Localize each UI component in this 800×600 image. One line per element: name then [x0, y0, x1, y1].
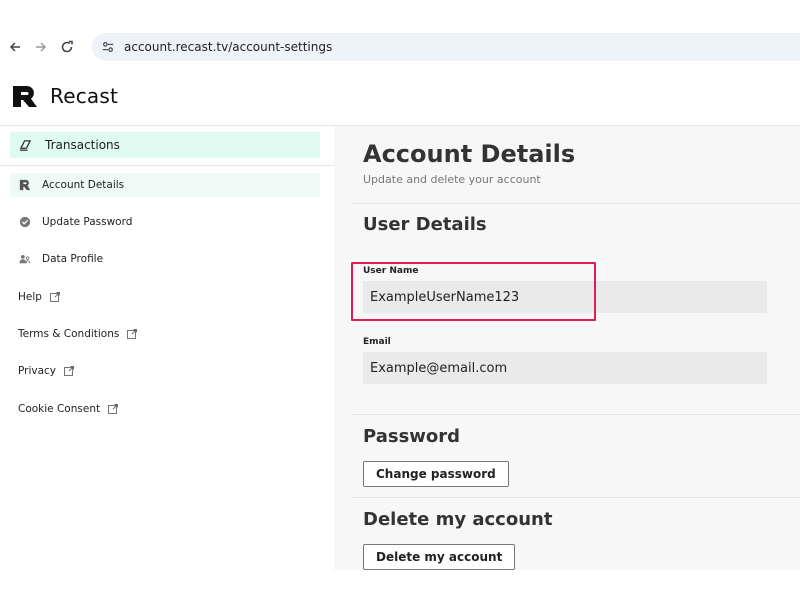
sidebar-item-label: Data Profile — [42, 253, 104, 265]
password-title: Password — [363, 426, 461, 447]
sidebar-link-label[interactable]: Help — [18, 291, 42, 303]
page-bottom — [0, 570, 800, 600]
sidebar-link-label[interactable]: Privacy — [18, 365, 56, 377]
sidebar-item-label: Account Details — [42, 179, 125, 191]
recast-r-icon — [18, 179, 31, 192]
delete-account-button[interactable]: Delete my account — [363, 544, 516, 570]
sidebar: Transactions Account Details Update Pass… — [0, 126, 334, 600]
external-link-icon — [64, 366, 74, 376]
transactions-icon — [18, 138, 32, 152]
sidebar-item-data-profile[interactable]: Data Profile — [10, 247, 320, 271]
reload-icon[interactable] — [56, 36, 78, 58]
section-divider — [352, 497, 800, 498]
sidebar-link-privacy[interactable]: Privacy — [18, 362, 74, 380]
highlight-box — [351, 262, 596, 321]
sidebar-link-label[interactable]: Terms & Conditions — [18, 328, 119, 340]
check-circle-icon — [18, 216, 31, 229]
sidebar-item-label: Transactions — [45, 138, 120, 152]
email-input[interactable] — [363, 352, 767, 384]
sidebar-item-account-details[interactable]: Account Details — [10, 173, 320, 197]
sidebar-link-label[interactable]: Cookie Consent — [18, 403, 100, 415]
section-divider — [352, 414, 800, 415]
forward-arrow-icon[interactable] — [30, 36, 52, 58]
url-text[interactable]: account.recast.tv/account-settings — [124, 40, 332, 54]
delete-account-title: Delete my account — [363, 509, 553, 530]
sidebar-divider — [0, 165, 334, 166]
sidebar-link-cookie-consent[interactable]: Cookie Consent — [18, 400, 119, 418]
page-subtitle: Update and delete your account — [363, 173, 541, 186]
browser-toolbar: account.recast.tv/account-settings — [0, 30, 800, 64]
external-link-icon — [108, 404, 119, 414]
sidebar-item-update-password[interactable]: Update Password — [10, 210, 320, 234]
back-arrow-icon[interactable] — [4, 36, 26, 58]
app-header: Recast — [0, 66, 800, 126]
section-divider — [352, 203, 800, 204]
address-bar[interactable]: account.recast.tv/account-settings — [92, 33, 800, 61]
page-title: Account Details — [363, 140, 576, 168]
users-icon — [18, 253, 31, 266]
user-details-title: User Details — [363, 214, 487, 235]
sidebar-item-transactions[interactable]: Transactions — [10, 132, 320, 158]
change-password-button[interactable]: Change password — [363, 461, 509, 487]
sidebar-item-label: Update Password — [42, 216, 133, 228]
sidebar-link-help[interactable]: Help — [18, 288, 60, 306]
external-link-icon — [50, 292, 60, 302]
sidebar-link-terms[interactable]: Terms & Conditions — [18, 325, 138, 343]
brand-name[interactable]: Recast — [50, 84, 118, 108]
external-link-icon — [127, 329, 138, 339]
site-settings-icon[interactable] — [100, 39, 116, 55]
recast-logo-icon[interactable] — [12, 83, 38, 109]
email-label: Email — [363, 337, 391, 347]
main-content: Account Details Update and delete your a… — [334, 126, 800, 570]
